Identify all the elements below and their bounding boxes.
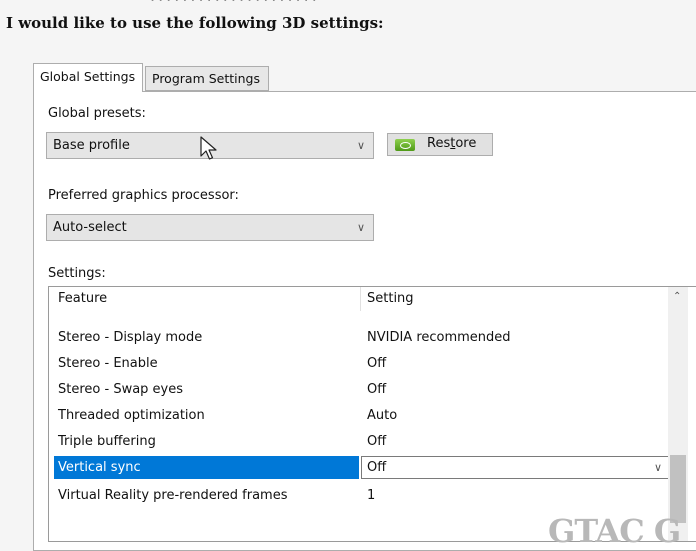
- cropped-title-text: ·····················: [0, 0, 696, 10]
- table-row[interactable]: Stereo - Swap eyes Off: [49, 377, 669, 403]
- table-row[interactable]: Stereo - Display mode NVIDIA recommended: [49, 325, 669, 351]
- global-presets-label: Global presets:: [48, 106, 146, 121]
- setting-cell: Off: [367, 382, 387, 397]
- setting-cell: Auto: [367, 408, 398, 423]
- restore-label: Restore: [427, 136, 477, 151]
- nvidia-logo-icon: [395, 139, 415, 151]
- scroll-up-arrow-icon[interactable]: ⌃: [673, 291, 681, 302]
- feature-column-header[interactable]: Feature: [58, 287, 107, 311]
- feature-cell: Virtual Reality pre-rendered frames: [58, 488, 288, 503]
- settings-scrollbar[interactable]: ⌃: [668, 287, 688, 541]
- mouse-cursor-icon: [200, 136, 217, 160]
- table-row[interactable]: Virtual Reality pre-rendered frames 1: [49, 483, 669, 509]
- chevron-down-icon: ∨: [653, 461, 662, 474]
- setting-cell: Off: [367, 434, 387, 449]
- feature-cell: Stereo - Display mode: [58, 330, 203, 345]
- setting-cell: 1: [367, 488, 376, 503]
- preferred-gpu-dropdown[interactable]: Auto-select ∨: [46, 214, 374, 241]
- chevron-down-icon: ∨: [356, 139, 365, 152]
- table-row[interactable]: Threaded optimization Auto: [49, 403, 669, 429]
- setting-cell: Off: [367, 356, 387, 371]
- table-row[interactable]: Triple buffering Off: [49, 429, 669, 455]
- vertical-sync-dropdown[interactable]: Off ∨: [361, 456, 669, 479]
- feature-cell: Stereo - Swap eyes: [58, 382, 184, 397]
- feature-cell: Triple buffering: [58, 434, 156, 449]
- feature-cell: Stereo - Enable: [58, 356, 158, 371]
- chevron-down-icon: ∨: [356, 221, 365, 234]
- column-divider: [360, 287, 361, 311]
- setting-column-header[interactable]: Setting: [367, 287, 414, 311]
- settings-grid: Feature Setting Stereo - Display mode NV…: [48, 286, 696, 542]
- vertical-sync-value: Off: [367, 460, 387, 475]
- page-heading: I would like to use the following 3D set…: [6, 14, 384, 32]
- watermark-logo: GTAC G: [548, 512, 681, 550]
- feature-cell: Vertical sync: [58, 460, 141, 475]
- restore-button[interactable]: Restore: [387, 133, 493, 156]
- settings-grid-header: Feature Setting: [49, 287, 669, 311]
- global-presets-value: Base profile: [53, 138, 130, 153]
- table-row-selected[interactable]: Vertical sync Off ∨: [49, 455, 669, 481]
- feature-cell: Threaded optimization: [58, 408, 205, 423]
- preferred-gpu-value: Auto-select: [53, 220, 127, 235]
- preferred-gpu-label: Preferred graphics processor:: [48, 188, 239, 203]
- tab-program-settings[interactable]: Program Settings: [145, 66, 269, 91]
- table-row[interactable]: Stereo - Enable Off: [49, 351, 669, 377]
- tab-global-settings[interactable]: Global Settings: [33, 63, 143, 92]
- setting-cell: NVIDIA recommended: [367, 330, 511, 345]
- settings-label: Settings:: [48, 266, 106, 281]
